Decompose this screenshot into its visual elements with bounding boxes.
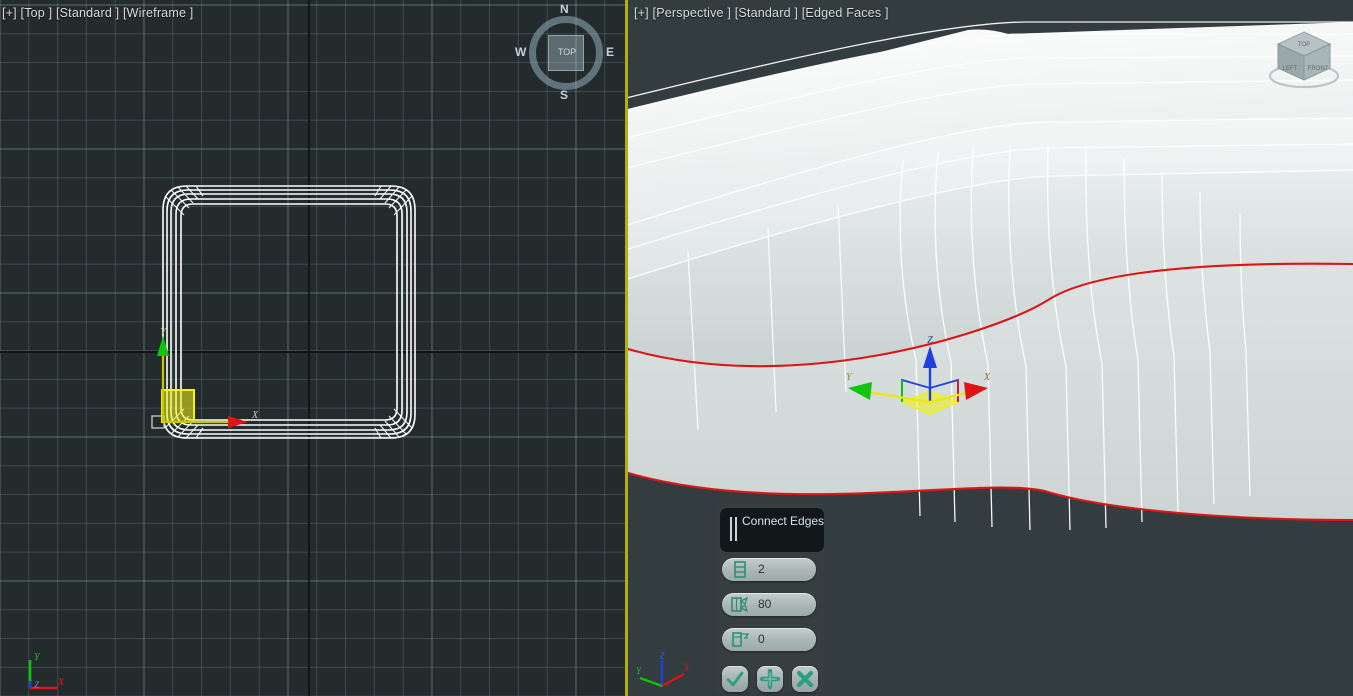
slide-icon — [731, 631, 750, 648]
caddy-title-label: Connect Edges — [742, 514, 825, 528]
gizmo-xy-plane-handle[interactable] — [161, 389, 195, 423]
cancel-button[interactable] — [792, 666, 818, 692]
connect-edges-caddy[interactable]: Connect Edges 2 80 0 — [716, 504, 824, 692]
segments-icon — [731, 561, 749, 578]
viewcube-top[interactable]: TOP N E S W — [515, 2, 614, 102]
axis-tripod-perspective: Z Y X — [636, 651, 690, 688]
transform-gizmo-perspective[interactable]: Z Y X — [838, 330, 998, 440]
gizmo-x-arrow[interactable] — [228, 416, 248, 428]
viewcube-face-label: TOP — [557, 47, 577, 57]
gizmo-x-arrow[interactable] — [964, 382, 988, 400]
pinch-icon — [731, 596, 749, 613]
tripod-y-label: Y — [636, 666, 642, 676]
viewcube-front-label: FRONT — [1308, 66, 1329, 72]
viewcube-perspective[interactable]: TOP LEFT FRONT — [1262, 28, 1340, 90]
gizmo-x-label: X — [983, 372, 991, 383]
axis-tripod-top: Y Z X — [28, 652, 65, 690]
apply-button[interactable] — [757, 666, 783, 692]
segments-field[interactable]: 2 — [722, 558, 816, 581]
compass-south-label[interactable]: S — [560, 88, 568, 102]
connect-edges-icon — [729, 517, 739, 541]
gizmo-y-arrow[interactable] — [157, 336, 169, 356]
compass-east-label[interactable]: E — [606, 45, 614, 59]
plus-icon — [759, 668, 781, 690]
pinch-field[interactable]: 80 — [722, 593, 816, 616]
viewport-label-perspective[interactable]: [+] [Perspective ] [Standard ] [Edged Fa… — [634, 6, 889, 20]
slide-value[interactable]: 0 — [758, 632, 765, 646]
gizmo-y-arrow[interactable] — [848, 382, 872, 400]
viewcube-cube[interactable]: TOP LEFT FRONT — [1262, 28, 1346, 92]
max-viewport-workspace: Y X [+] [Top ] [Standard ] [Wireframe ] … — [0, 0, 1353, 696]
tripod-y-label: Y — [34, 652, 41, 663]
gizmo-z-label: Z — [927, 335, 933, 346]
check-icon — [726, 671, 744, 687]
compass-west-label[interactable]: W — [515, 45, 526, 59]
pinch-value[interactable]: 80 — [758, 597, 771, 611]
tripod-x-label: X — [57, 677, 65, 688]
viewport-top[interactable]: Y X [+] [Top ] [Standard ] [Wireframe ] … — [0, 0, 625, 696]
slide-field[interactable]: 0 — [722, 628, 816, 651]
gizmo-z-arrow[interactable] — [923, 346, 937, 368]
caddy-title-bar: Connect Edges — [720, 508, 824, 552]
ok-button[interactable] — [722, 666, 748, 692]
compass-north-label[interactable]: N — [560, 2, 569, 16]
tripod-x-label: X — [683, 662, 690, 672]
wireframe-model-top[interactable] — [0, 0, 625, 696]
transform-gizmo-top[interactable]: Y X — [148, 326, 288, 446]
gizmo-y-label: Y — [160, 327, 167, 338]
tripod-z-label: Z — [659, 651, 665, 661]
cross-icon — [796, 670, 814, 688]
segments-value[interactable]: 2 — [758, 562, 765, 576]
viewcube-top-face[interactable]: TOP — [548, 35, 584, 71]
gizmo-x-label: X — [251, 410, 259, 421]
viewcube-top-label: TOP — [1298, 42, 1310, 48]
gizmo-y-label: Y — [846, 372, 853, 383]
viewport-label-top[interactable]: [+] [Top ] [Standard ] [Wireframe ] — [2, 6, 193, 20]
viewcube-left-label: LEFT — [1283, 66, 1298, 72]
